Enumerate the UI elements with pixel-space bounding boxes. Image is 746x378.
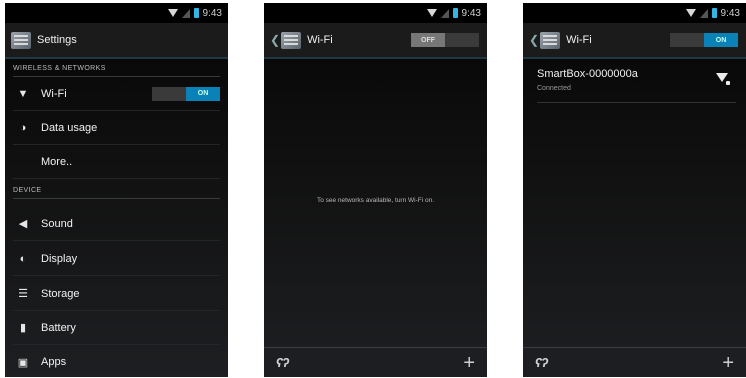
network-name: SmartBox-0000000a [537, 68, 638, 80]
toggle-off-half [670, 33, 704, 47]
up-caret-icon[interactable]: ❮ [529, 33, 539, 47]
clock: 9:43 [202, 7, 222, 19]
section-header-wireless: WIRELESS & NETWORKS [13, 61, 220, 77]
storage-icon: ☰ [18, 288, 28, 300]
bottom-action-bar: ʕʔ + [523, 347, 746, 377]
settings-item-more[interactable]: More.. [13, 145, 220, 179]
wifi-off-screen: 9:43 ❮ Wi-Fi OFF To see networks availab… [264, 3, 487, 377]
wps-icon[interactable]: ʕʔ [535, 355, 548, 370]
battery-status-icon [711, 8, 717, 18]
battery-status-icon [193, 8, 199, 18]
wifi-status-icon [426, 9, 437, 17]
data-usage-icon: ◑ [19, 121, 27, 134]
toggle-off-half: OFF [411, 33, 445, 47]
settings-item-label: Sound [41, 217, 73, 230]
add-network-icon[interactable]: + [722, 353, 734, 373]
signal-icon [181, 8, 190, 18]
wifi-icon: ▼ [17, 87, 29, 100]
page-title: Wi-Fi [307, 34, 333, 46]
network-status: Connected [537, 85, 571, 92]
wifi-toggle[interactable]: ON [152, 86, 220, 101]
wifi-status-icon [685, 9, 696, 17]
settings-app-icon[interactable] [11, 31, 31, 49]
settings-item-apps[interactable]: ▣ Apps [13, 345, 220, 377]
toggle-off-half [152, 87, 186, 101]
settings-item-display[interactable]: ◐ Display [13, 242, 220, 276]
battery-icon: ▮ [19, 322, 27, 334]
clock: 9:43 [461, 7, 481, 19]
action-bar: Settings [5, 23, 228, 59]
settings-item-label: Data usage [41, 121, 98, 134]
wps-icon[interactable]: ʕʔ [276, 355, 289, 370]
page-title: Wi-Fi [566, 34, 592, 46]
apps-icon: ▣ [17, 356, 29, 369]
settings-item-sound[interactable]: ◀ Sound [13, 207, 220, 241]
up-caret-icon[interactable]: ❮ [270, 33, 280, 47]
settings-screen: 9:43 Settings WIRELESS & NETWORKS ▼ Wi-F… [5, 3, 228, 377]
wifi-signal-locked-icon [716, 73, 730, 85]
settings-item-label: Wi-Fi [41, 87, 67, 100]
settings-item-battery[interactable]: ▮ Battery [13, 311, 220, 345]
settings-item-label: Apps [41, 356, 67, 368]
toggle-on-half: ON [186, 86, 220, 101]
settings-app-icon[interactable] [281, 31, 302, 49]
speaker-icon: ◀ [18, 218, 28, 230]
brightness-icon: ◐ [19, 252, 27, 265]
action-bar: ❮ Wi-Fi OFF [264, 23, 487, 59]
wifi-on-screen: 9:43 ❮ Wi-Fi ON SmartBox-0000000a Connec… [523, 3, 746, 377]
clock: 9:43 [720, 7, 740, 19]
settings-item-label: Storage [41, 287, 80, 300]
toggle-on-half [445, 33, 479, 47]
signal-icon [440, 8, 449, 18]
bottom-action-bar: ʕʔ + [264, 347, 487, 377]
status-bar: 9:43 [5, 3, 228, 23]
add-network-icon[interactable]: + [463, 353, 475, 373]
settings-item-storage[interactable]: ☰ Storage [13, 277, 220, 311]
status-bar: 9:43 [523, 3, 746, 23]
signal-icon [699, 8, 708, 18]
wifi-toggle[interactable]: ON [670, 33, 738, 47]
action-bar: ❮ Wi-Fi ON [523, 23, 746, 59]
battery-status-icon [452, 8, 458, 18]
status-bar: 9:43 [264, 3, 487, 23]
settings-item-label: More.. [41, 155, 73, 168]
settings-item-label: Display [41, 252, 78, 265]
wifi-toggle[interactable]: OFF [411, 33, 479, 47]
page-title: Settings [37, 34, 77, 46]
wifi-status-icon [167, 9, 178, 17]
section-header-device: DEVICE [13, 183, 220, 199]
toggle-on-half: ON [704, 33, 738, 47]
settings-item-wifi[interactable]: ▼ Wi-Fi ON [13, 77, 220, 111]
wifi-off-message: To see networks available, turn Wi-Fi on… [316, 197, 435, 204]
settings-item-data-usage[interactable]: ◑ Data usage [13, 111, 220, 145]
network-list-item[interactable]: SmartBox-0000000a Connected [537, 61, 736, 103]
settings-item-label: Battery [41, 321, 76, 334]
settings-app-icon[interactable] [540, 31, 561, 49]
